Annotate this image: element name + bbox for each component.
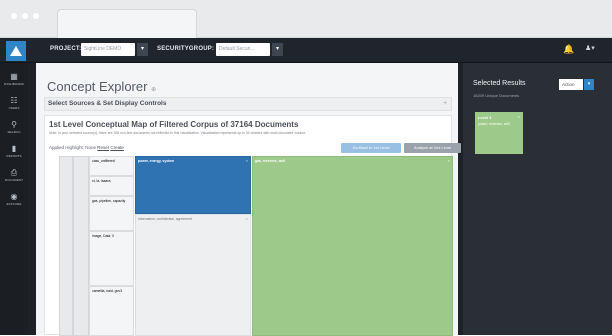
browser-tab[interactable] [57,9,197,38]
explore-icon: ◉ [10,192,18,201]
screenshot-frame: PROJECT: SightLine DEMO ▾ SECURITYGROUP:… [0,0,612,336]
nav-document[interactable]: ⎙ DOCUMENT [0,167,28,191]
treemap-cell-label: ct, la, isaacs [92,179,111,183]
side-navigation: ▦ DASHBOARD ☷ USERS ⚲ SEARCH ▮ REPORTS ⎙… [0,63,28,335]
action-dropdown-caret[interactable]: ▾ [584,79,594,90]
expand-icon[interactable]: + [443,100,447,107]
browser-chrome [0,0,612,38]
application: PROJECT: SightLine DEMO ▾ SECURITYGROUP:… [0,38,612,336]
nav-label: REPORTS [6,154,22,158]
treemap-cell[interactable]: information, confidential, agreement × [135,214,251,336]
treemap-cell-label: gas, pipeline, capacity [92,199,126,203]
highlight-line: Applied Highlight: None Reset Create [49,145,124,150]
action-select[interactable]: Action [559,79,583,90]
window-dot-minimize[interactable] [22,13,28,19]
treemap-column[interactable] [73,156,89,336]
securitygroup-select[interactable]: Default Securi... [216,43,270,56]
reports-icon: ▮ [11,144,17,153]
top-bar: PROJECT: SightLine DEMO ▾ SECURITYGROUP:… [0,38,612,63]
treemap-cell[interactable]: camellia, naid, gov3 [89,286,134,336]
users-icon: ☷ [10,96,18,105]
highlight-label: Applied Highlight: None [49,145,97,150]
nav-label: SEARCH [7,130,21,134]
highlight-reset-link[interactable]: Reset [97,145,109,150]
close-icon[interactable]: × [518,114,520,119]
nav-users[interactable]: ☷ USERS [0,95,28,119]
main-content: Concept Explorer ⊕ Select Sources & Set … [36,63,461,336]
project-label: PROJECT: [50,46,82,52]
result-terms: power, reserves, well [478,122,510,126]
selected-results-title: Selected Results [473,80,526,87]
nav-label: DOCUMENT [4,178,24,182]
treemap-cell-label: information, confidential, agreement [138,217,192,221]
concept-map-note: Note: In your selected source(s), there … [49,131,307,135]
concept-map-card: 1st Level Conceptual Map of Filtered Cor… [44,115,461,336]
source-controls-bar[interactable]: Select Sources & Set Display Controls + [44,97,452,111]
page-title-text: Concept Explorer [47,79,148,94]
go-back-button[interactable]: Go Back to 1st Level [341,143,401,153]
dashboard-icon: ▦ [10,72,18,81]
project-dropdown-caret[interactable]: ▾ [137,43,148,56]
treemap-cell-highlighted[interactable]: gas, reserves, well × [252,156,453,336]
treemap-cell-selected[interactable]: power, energy, system × [135,156,251,214]
concept-treemap: cass_unfiltered ct, la, isaacs gas, pipe… [59,156,453,336]
treemap-cell-label: camellia, naid, gov3 [92,289,122,293]
user-icon[interactable]: ♟▾ [585,44,595,52]
unique-documents-count: 18209 Unique Documents [473,93,520,98]
selected-result-card[interactable]: Level 1 × power, reserves, well [475,112,523,154]
app-logo[interactable] [6,41,26,61]
treemap-cell[interactable]: cass_unfiltered [89,156,134,176]
nav-label: USERS [8,106,20,110]
nav-dashboard[interactable]: ▦ DASHBOARD [0,71,28,95]
nav-label: DASHBOARD [4,82,24,86]
selected-results-panel: Selected Results 18209 Unique Documents … [463,63,612,335]
concept-map-title: 1st Level Conceptual Map of Filtered Cor… [49,120,299,129]
document-icon: ⎙ [10,168,18,177]
project-select[interactable]: SightLine DEMO [81,43,135,56]
securitygroup-label: SECURITYGROUP: [157,46,215,52]
treemap-cell-label: image, Data, 0 [92,234,115,238]
info-icon[interactable]: ⊕ [151,87,156,93]
highlight-create-link[interactable]: Create [110,145,124,150]
search-icon: ⚲ [11,120,17,129]
nav-explore[interactable]: ◉ EXPLORE [0,191,28,215]
source-controls-label: Select Sources & Set Display Controls [48,100,167,107]
close-icon[interactable]: × [246,158,248,163]
window-dot-close[interactable] [11,13,17,19]
nav-label: EXPLORE [6,202,22,206]
analyze-button[interactable]: Analyze at 2nd Level [404,143,461,153]
securitygroup-dropdown-caret[interactable]: ▾ [272,43,283,56]
treemap-cell[interactable]: gas, pipeline, capacity [89,196,134,231]
close-icon[interactable]: × [448,158,450,163]
window-dot-maximize[interactable] [33,13,39,19]
result-level-label: Level 1 [478,115,492,120]
treemap-cell-label: power, energy, system [138,159,175,163]
treemap-cell-label: cass_unfiltered [92,159,115,163]
treemap-cell[interactable]: ct, la, isaacs [89,176,134,196]
nav-search[interactable]: ⚲ SEARCH [0,119,28,143]
treemap-column[interactable] [59,156,73,336]
treemap-cell-label: gas, reserves, well [255,159,285,163]
nav-reports[interactable]: ▮ REPORTS [0,143,28,167]
bell-icon[interactable]: 🔔 [563,44,574,55]
close-icon[interactable]: × [246,216,248,221]
page-title: Concept Explorer ⊕ [47,79,156,94]
treemap-cell[interactable]: image, Data, 0 [89,231,134,286]
